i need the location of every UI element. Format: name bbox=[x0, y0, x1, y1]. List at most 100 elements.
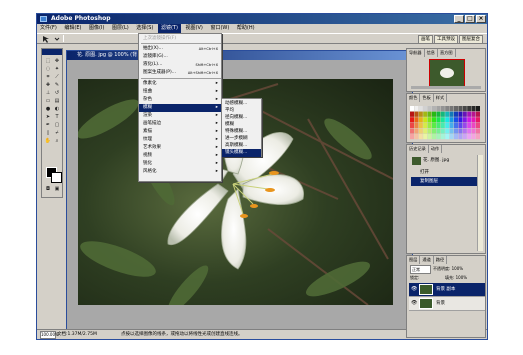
magic-wand-icon[interactable]: ✦ bbox=[53, 66, 61, 73]
color-swatch[interactable] bbox=[414, 111, 419, 117]
color-swatch[interactable] bbox=[440, 128, 445, 134]
color-swatch[interactable] bbox=[471, 111, 476, 117]
color-swatch[interactable] bbox=[423, 134, 428, 140]
color-swatch[interactable] bbox=[476, 111, 480, 117]
menu-item-liquify[interactable]: 液化(L)... Shift+Ctrl+X bbox=[139, 61, 221, 69]
color-swatch[interactable] bbox=[449, 117, 454, 123]
menu-item-texture[interactable]: 纹理 ▸ bbox=[139, 136, 221, 144]
tab-layer-comps[interactable]: 图层复合 bbox=[459, 35, 483, 44]
color-swatch[interactable] bbox=[418, 117, 423, 123]
color-swatch[interactable] bbox=[414, 122, 419, 128]
color-swatch[interactable] bbox=[458, 111, 463, 117]
tab-actions[interactable]: 动作 bbox=[429, 145, 443, 153]
color-swatch[interactable] bbox=[427, 117, 432, 123]
color-swatch[interactable] bbox=[462, 106, 467, 112]
color-swatch[interactable] bbox=[410, 128, 414, 134]
color-swatch[interactable] bbox=[414, 106, 419, 112]
color-swatch[interactable] bbox=[449, 122, 454, 128]
layer-row-background[interactable]: 👁 背景 bbox=[409, 297, 485, 311]
opacity-field[interactable]: 不透明度: 100% bbox=[433, 265, 463, 273]
eraser-tool-icon[interactable]: ▭ bbox=[44, 98, 52, 105]
color-swatch[interactable] bbox=[436, 106, 441, 112]
color-swatch[interactable] bbox=[423, 117, 428, 123]
history-snapshot[interactable]: 花. 原图. jpg bbox=[411, 156, 481, 166]
tab-histogram[interactable]: 直方图 bbox=[438, 49, 456, 57]
clone-stamp-icon[interactable]: ⊥ bbox=[44, 90, 52, 97]
color-swatch[interactable] bbox=[440, 134, 445, 140]
color-swatch[interactable] bbox=[462, 117, 467, 123]
color-swatch[interactable] bbox=[432, 111, 436, 117]
screen-mode-icon[interactable]: ▣ bbox=[53, 186, 61, 193]
color-swatch[interactable] bbox=[436, 122, 441, 128]
menu-view[interactable]: 视图(V) bbox=[183, 24, 206, 33]
tab-paths[interactable]: 路径 bbox=[434, 256, 448, 264]
tab-brushes[interactable]: 画笔 bbox=[418, 35, 433, 44]
color-swatch[interactable] bbox=[423, 122, 428, 128]
eye-icon[interactable]: 👁 bbox=[411, 301, 417, 306]
color-swatch[interactable] bbox=[410, 122, 414, 128]
move-tool-icon[interactable]: ✥ bbox=[53, 58, 61, 65]
history-row-duplicate-layer[interactable]: 复制图层 bbox=[411, 177, 481, 186]
tab-tool-presets[interactable]: 工具预设 bbox=[434, 35, 458, 44]
color-swatch[interactable] bbox=[410, 134, 414, 140]
type-tool-icon[interactable]: T bbox=[53, 114, 61, 121]
menu-window[interactable]: 窗口(W) bbox=[207, 24, 232, 33]
color-swatch[interactable] bbox=[440, 111, 445, 117]
color-swatch[interactable] bbox=[454, 106, 458, 112]
menu-item-extract[interactable]: 抽出(X)... Alt+Ctrl+X bbox=[139, 45, 221, 53]
color-swatch[interactable] bbox=[449, 134, 454, 140]
menu-item-pixelate[interactable]: 像素化 ▸ bbox=[139, 80, 221, 88]
tab-swatches[interactable]: 色板 bbox=[420, 94, 434, 102]
color-swatch[interactable] bbox=[414, 134, 419, 140]
history-brush-icon[interactable]: ↺ bbox=[53, 90, 61, 97]
color-swatch[interactable] bbox=[432, 134, 436, 140]
color-swatch[interactable] bbox=[458, 134, 463, 140]
menu-item-render[interactable]: 渲染 ▸ bbox=[139, 112, 221, 120]
color-swatch[interactable] bbox=[467, 134, 472, 140]
color-swatch[interactable] bbox=[418, 111, 423, 117]
menu-edit[interactable]: 编辑(E) bbox=[61, 24, 84, 33]
navigator-thumbnail[interactable] bbox=[429, 59, 465, 87]
color-swatch[interactable] bbox=[436, 134, 441, 140]
blend-mode-select[interactable]: 正常 bbox=[410, 265, 431, 274]
eye-icon[interactable]: 👁 bbox=[411, 287, 417, 292]
color-swatch[interactable] bbox=[414, 128, 419, 134]
color-swatch[interactable] bbox=[476, 122, 480, 128]
color-swatch[interactable] bbox=[445, 128, 450, 134]
healing-brush-icon[interactable]: ✚ bbox=[44, 82, 52, 89]
menu-item-video[interactable]: 视频 ▸ bbox=[139, 152, 221, 160]
zoom-field[interactable]: 100.00% bbox=[40, 331, 59, 339]
minimize-button[interactable]: _ bbox=[454, 15, 464, 23]
tab-navigator[interactable]: 导航器 bbox=[407, 49, 425, 57]
color-swatch[interactable] bbox=[458, 117, 463, 123]
color-swatch[interactable] bbox=[432, 106, 436, 112]
document-size[interactable]: 文档:1.37M/2.75M bbox=[57, 330, 97, 339]
notes-tool-icon[interactable]: ▯ bbox=[44, 130, 52, 137]
color-swatch[interactable] bbox=[436, 128, 441, 134]
color-swatch[interactable] bbox=[476, 106, 480, 112]
close-button[interactable]: × bbox=[476, 15, 486, 23]
color-swatch[interactable] bbox=[467, 117, 472, 123]
path-select-icon[interactable]: ➤ bbox=[44, 114, 52, 121]
color-swatch[interactable] bbox=[432, 117, 436, 123]
color-swatch[interactable] bbox=[454, 134, 458, 140]
color-swatch[interactable] bbox=[423, 106, 428, 112]
color-swatch[interactable] bbox=[458, 122, 463, 128]
chevron-down-icon[interactable] bbox=[54, 36, 60, 42]
color-swatch[interactable] bbox=[471, 134, 476, 140]
color-swatch[interactable] bbox=[410, 117, 414, 123]
menu-image[interactable]: 图像(I) bbox=[86, 24, 107, 33]
color-swatch[interactable] bbox=[432, 128, 436, 134]
color-swatch[interactable] bbox=[471, 117, 476, 123]
menu-item-sharpen[interactable]: 锐化 ▸ bbox=[139, 160, 221, 168]
color-swatch[interactable] bbox=[445, 111, 450, 117]
color-swatch[interactable] bbox=[432, 122, 436, 128]
menu-item-blur[interactable]: 模糊 ▸ bbox=[139, 104, 221, 112]
menu-item-pattern-maker[interactable]: 图案生成器(P)... Alt+Shift+Ctrl+X bbox=[139, 69, 221, 77]
color-swatch[interactable] bbox=[454, 117, 458, 123]
color-swatch[interactable] bbox=[445, 134, 450, 140]
lasso-tool-icon[interactable]: ◌ bbox=[44, 66, 52, 73]
color-swatch[interactable] bbox=[454, 111, 458, 117]
color-swatch[interactable] bbox=[467, 111, 472, 117]
menu-filter[interactable]: 滤镜(T) bbox=[157, 24, 181, 33]
